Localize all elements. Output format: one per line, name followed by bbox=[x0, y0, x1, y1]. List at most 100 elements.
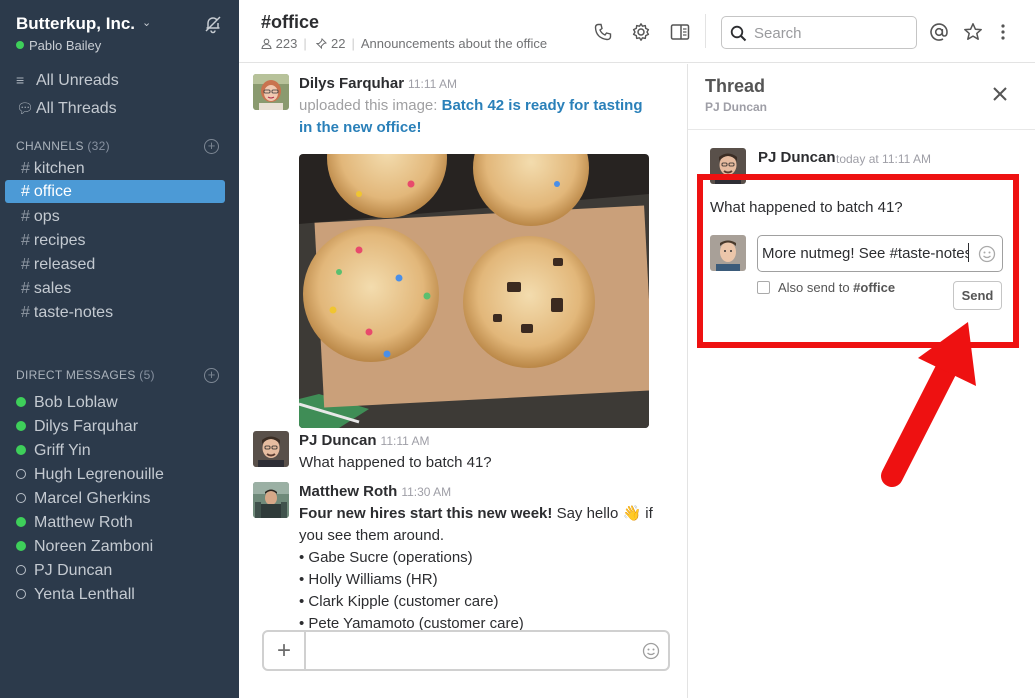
channel-label: taste-notes bbox=[33, 304, 114, 321]
mentions-icon[interactable] bbox=[929, 22, 949, 42]
message-timestamp[interactable]: 11:11 AM bbox=[408, 77, 457, 91]
dm-label: Bob Loblaw bbox=[34, 394, 118, 411]
message-input[interactable] bbox=[312, 640, 632, 660]
channel-topic[interactable]: Announcements about the office bbox=[361, 36, 547, 51]
phone-icon[interactable] bbox=[593, 22, 613, 42]
message-list[interactable]: Dilys Farquhar 11:11 AM uploaded this ima… bbox=[239, 64, 687, 698]
dm-label: Marcel Gherkins bbox=[34, 490, 151, 507]
dm-hugh-legrenouille[interactable]: Hugh Legrenouille bbox=[16, 464, 164, 486]
message-body: Dilys Farquhar 11:11 AM uploaded this ima… bbox=[299, 74, 679, 139]
channels-heading[interactable]: CHANNELS (32) bbox=[16, 139, 110, 153]
channel-label: sales bbox=[33, 280, 72, 297]
message-timestamp[interactable]: 11:11 AM bbox=[381, 434, 430, 448]
gear-icon[interactable] bbox=[631, 22, 651, 42]
thread-author[interactable]: PJ Duncan bbox=[758, 149, 836, 166]
search-box[interactable] bbox=[721, 16, 917, 49]
meta-divider: | bbox=[303, 36, 307, 51]
channel-ops[interactable]: # ops bbox=[5, 205, 225, 228]
dm-label: Yenta Lenthall bbox=[34, 586, 135, 603]
dm-griff-yin[interactable]: Griff Yin bbox=[16, 440, 91, 462]
list-item: • Clark Kipple (customer care) bbox=[299, 593, 499, 610]
threads-icon: 💬︎ bbox=[16, 100, 34, 116]
nav-label: All Unreads bbox=[36, 72, 119, 89]
search-input[interactable] bbox=[752, 23, 910, 43]
plus-icon[interactable]: + bbox=[264, 632, 306, 669]
add-channel-icon[interactable]: + bbox=[204, 139, 219, 154]
channel-label: kitchen bbox=[33, 160, 85, 177]
dm-marcel-gherkins[interactable]: Marcel Gherkins bbox=[16, 488, 150, 510]
team-name[interactable]: Butterkup, Inc. bbox=[16, 14, 135, 34]
bell-off-icon[interactable] bbox=[203, 14, 223, 34]
user-name: Pablo Bailey bbox=[29, 38, 102, 53]
dm-label: Dilys Farquhar bbox=[34, 418, 139, 435]
members-count[interactable]: 223 bbox=[276, 36, 298, 51]
pin-icon[interactable] bbox=[313, 36, 331, 51]
dm-matthew-roth[interactable]: Matthew Roth bbox=[16, 512, 133, 534]
channel-released[interactable]: # released bbox=[5, 253, 225, 276]
avatar[interactable] bbox=[253, 74, 289, 110]
more-vertical-icon[interactable] bbox=[993, 22, 1013, 42]
dm-bob-loblaw[interactable]: Bob Loblaw bbox=[16, 392, 118, 414]
hash-icon: # bbox=[21, 304, 30, 321]
channel-label: recipes bbox=[33, 232, 86, 249]
cookie-photo[interactable] bbox=[299, 154, 649, 428]
upload-text: uploaded this image: bbox=[299, 97, 438, 114]
message-author[interactable]: Matthew Roth bbox=[299, 483, 397, 500]
dm-yenta-lenthall[interactable]: Yenta Lenthall bbox=[16, 584, 135, 606]
channel-label: released bbox=[33, 256, 96, 273]
dm-count: (5) bbox=[139, 368, 155, 382]
hash-icon: # bbox=[21, 232, 30, 249]
dm-label: Griff Yin bbox=[34, 442, 91, 459]
channel-sales[interactable]: # sales bbox=[5, 277, 225, 300]
dm-label: Matthew Roth bbox=[34, 514, 133, 531]
message-text: Say hello bbox=[552, 505, 623, 522]
thread-title: Thread bbox=[705, 76, 766, 96]
online-icon bbox=[16, 541, 26, 551]
pins-count[interactable]: 22 bbox=[331, 36, 345, 51]
dm-noreen-zamboni[interactable]: Noreen Zamboni bbox=[16, 536, 153, 558]
offline-icon bbox=[16, 589, 26, 599]
dm-heading[interactable]: DIRECT MESSAGES (5) bbox=[16, 368, 155, 382]
offline-icon bbox=[16, 493, 26, 503]
chevron-down-icon[interactable]: ⌄ bbox=[142, 16, 151, 29]
dm-dilys-farquhar[interactable]: Dilys Farquhar bbox=[16, 416, 138, 438]
thread-timestamp[interactable]: today at 11:11 AM bbox=[836, 152, 931, 166]
channels-count: (32) bbox=[87, 139, 110, 153]
message-body: Matthew Roth 11:30 AM Four new hires star… bbox=[299, 482, 679, 635]
emoji-icon[interactable] bbox=[642, 642, 660, 660]
channel-header: #office 223 | 22 | Announcements about the … bbox=[239, 0, 1035, 63]
dm-label: Hugh Legrenouille bbox=[34, 466, 164, 483]
channel-office[interactable]: # office bbox=[5, 180, 225, 203]
presence-icon bbox=[16, 41, 24, 49]
message-timestamp[interactable]: 11:30 AM bbox=[401, 485, 451, 499]
nav-label: All Threads bbox=[36, 100, 117, 117]
sidebar-toggle-icon[interactable] bbox=[670, 22, 690, 42]
channel-recipes[interactable]: # recipes bbox=[5, 229, 225, 252]
dm-pj-duncan[interactable]: PJ Duncan bbox=[16, 560, 112, 582]
add-dm-icon[interactable]: + bbox=[204, 368, 219, 383]
star-icon[interactable] bbox=[963, 22, 983, 42]
thread-subtitle: PJ Duncan bbox=[705, 100, 768, 114]
channel-label: office bbox=[33, 183, 72, 200]
nav-all-unreads[interactable]: ≡ All Unreads bbox=[16, 69, 119, 91]
avatar[interactable] bbox=[253, 431, 289, 467]
current-user[interactable]: Pablo Bailey bbox=[16, 38, 101, 53]
channel-taste-notes[interactable]: # taste-notes bbox=[5, 301, 225, 324]
channel-title[interactable]: #office bbox=[261, 12, 319, 33]
nav-all-threads[interactable]: 💬︎ All Threads bbox=[16, 97, 117, 119]
lines-icon: ≡ bbox=[16, 72, 25, 88]
wave-emoji-icon[interactable]: 👋 bbox=[622, 505, 641, 522]
close-icon[interactable] bbox=[990, 84, 1010, 104]
channel-kitchen[interactable]: # kitchen bbox=[5, 157, 225, 180]
online-icon bbox=[16, 397, 26, 407]
dm-heading-label: DIRECT MESSAGES bbox=[16, 368, 136, 382]
message-composer[interactable]: + bbox=[262, 630, 670, 671]
online-icon bbox=[16, 445, 26, 455]
message-author[interactable]: Dilys Farquhar bbox=[299, 75, 404, 92]
hash-icon: # bbox=[21, 208, 30, 225]
message-author[interactable]: PJ Duncan bbox=[299, 432, 377, 449]
members-icon[interactable] bbox=[261, 36, 276, 51]
hash-icon: # bbox=[21, 280, 30, 297]
avatar[interactable] bbox=[253, 482, 289, 518]
thread-divider bbox=[688, 129, 1035, 130]
